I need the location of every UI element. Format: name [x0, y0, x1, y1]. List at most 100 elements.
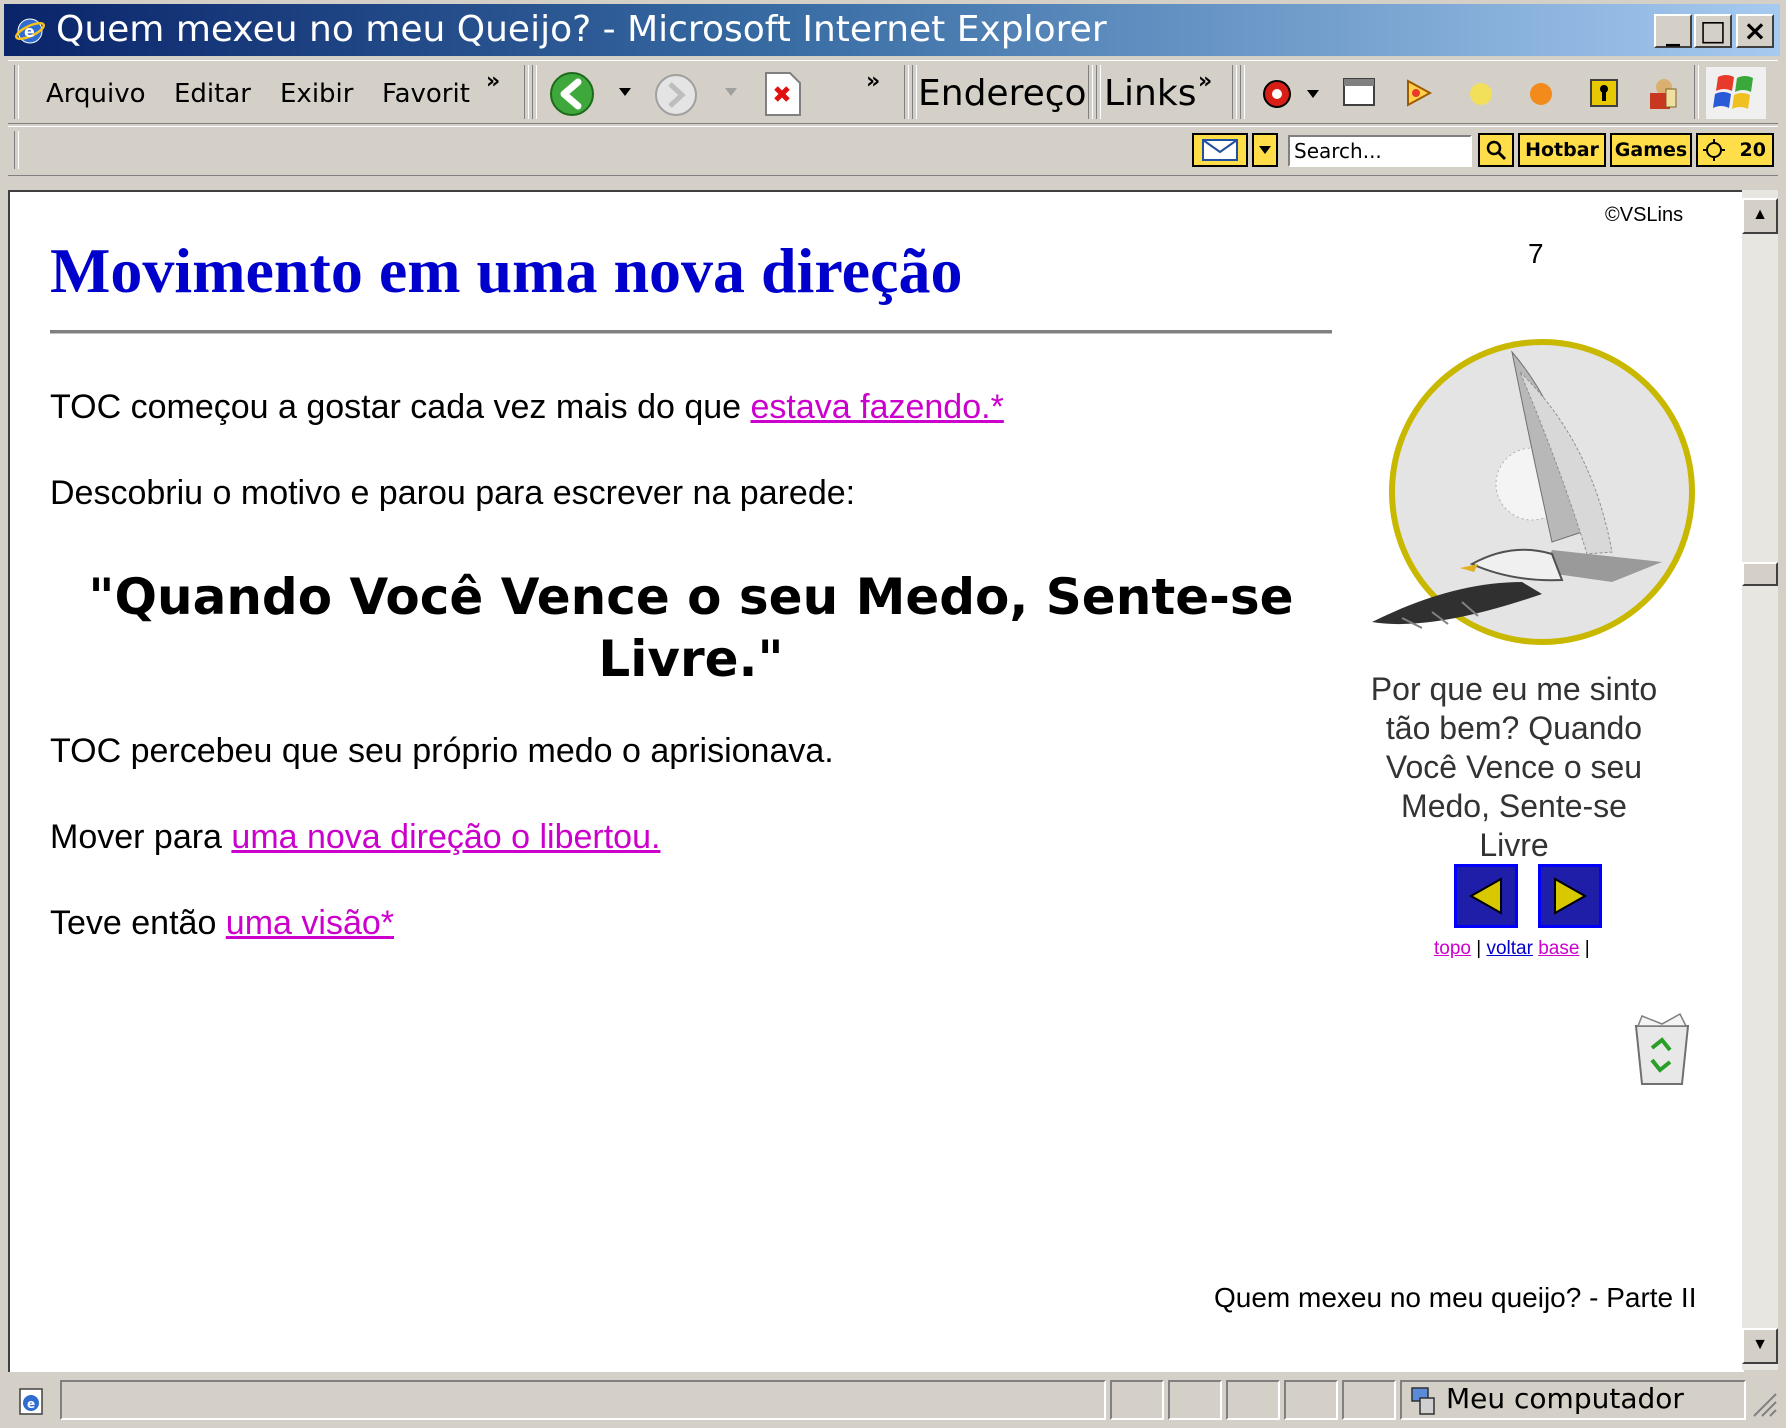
back-dropdown-icon[interactable] — [618, 85, 632, 99]
radio-dropdown-icon[interactable] — [1306, 87, 1320, 101]
footer-title: Quem mexeu no meu queijo? - Parte II — [1214, 1282, 1697, 1313]
stop-icon[interactable] — [760, 69, 804, 119]
status-panel — [1110, 1380, 1164, 1420]
status-panel — [1168, 1380, 1222, 1420]
weather-temperature: 20 — [1739, 139, 1766, 161]
link-voltar[interactable]: voltar — [1486, 938, 1532, 959]
paragraph-5: Teve então uma visão* — [50, 904, 394, 943]
menu-favoritos[interactable]: Favorit — [382, 79, 470, 109]
toolbar-grip[interactable] — [532, 65, 537, 119]
status-bar: e Meu computador — [4, 1376, 1780, 1424]
toolbar-grip[interactable] — [912, 65, 917, 119]
arrow-right-icon — [1554, 877, 1588, 915]
paragraph-2: Descobriu o motivo e parou para escrever… — [50, 474, 856, 512]
resize-grip-icon[interactable] — [1748, 1388, 1778, 1418]
page-status-icon: e — [19, 1388, 43, 1415]
toolbar-separator — [1088, 65, 1093, 119]
paragraph-1-text: TOC começou a gostar cada vez mais do qu… — [50, 388, 751, 426]
vertical-scrollbar[interactable]: ▲ ▼ — [1742, 190, 1778, 1370]
games-button[interactable]: Games — [1610, 133, 1692, 167]
links-label[interactable]: Links — [1104, 73, 1196, 114]
toolbar-separator — [524, 65, 529, 119]
toolbar-grip[interactable] — [1240, 65, 1245, 119]
back-arrow-icon[interactable] — [548, 69, 602, 119]
forward-arrow-icon[interactable] — [652, 71, 702, 119]
window-icon[interactable] — [1340, 75, 1378, 111]
scroll-thumb[interactable] — [1742, 562, 1778, 586]
keyhole-icon[interactable] — [1586, 75, 1622, 111]
svg-text:e: e — [24, 22, 35, 41]
my-computer-icon — [1411, 1387, 1435, 1415]
messenger-icon[interactable] — [1642, 75, 1682, 113]
links-overflow-chevron[interactable]: » — [1198, 69, 1212, 94]
page-content[interactable]: ©VSLins 7 Movimento em uma nova direção … — [8, 190, 1744, 1372]
recycle-bin-icon[interactable] — [1622, 1010, 1702, 1090]
address-label[interactable]: Endereço — [918, 73, 1087, 114]
svg-text:e: e — [27, 1397, 35, 1411]
menu-editar[interactable]: Editar — [174, 79, 251, 109]
link-estava-fazendo[interactable]: estava fazendo.* — [751, 388, 1004, 426]
orange-dot-icon[interactable] — [1526, 79, 1556, 109]
security-zone-label: Meu computador — [1446, 1382, 1684, 1415]
chevron-down-icon — [1259, 146, 1271, 154]
toolbar-overflow-chevron[interactable]: » — [866, 69, 880, 94]
status-text-panel — [60, 1380, 1106, 1420]
scroll-up-button[interactable]: ▲ — [1742, 198, 1778, 234]
page-heading: Movimento em uma nova direção — [50, 235, 963, 306]
toolbar-grip[interactable] — [14, 131, 19, 169]
nav-separator: | — [1470, 938, 1487, 959]
link-topo[interactable]: topo — [1434, 938, 1471, 959]
forward-dropdown-icon[interactable] — [724, 85, 738, 99]
title-bar[interactable]: e Quem mexeu no meu Queijo? - Microsoft … — [4, 4, 1780, 56]
paragraph-4-text: Mover para — [50, 818, 232, 856]
security-zone-panel: Meu computador — [1400, 1380, 1746, 1420]
nav-separator: | — [1579, 938, 1590, 959]
toolbar-row-search: Search... Hotbar Games 20 — [8, 126, 1778, 176]
page-number: 7 — [1528, 238, 1544, 269]
toolbar-grip[interactable] — [1096, 65, 1101, 119]
toolbar-row-main: Arquivo Editar Exibir Favorit » » Endere… — [8, 60, 1778, 124]
eagle-illustration — [1372, 339, 1695, 645]
arrow-left-icon — [1468, 877, 1502, 915]
mail-dropdown-button[interactable] — [1252, 133, 1278, 167]
yellow-dot-icon[interactable] — [1466, 79, 1496, 109]
weather-sun-icon — [1703, 139, 1725, 161]
status-panel — [1284, 1380, 1338, 1420]
envelope-icon — [1202, 139, 1238, 161]
hotbar-button[interactable]: Hotbar — [1518, 133, 1606, 167]
search-input[interactable]: Search... — [1288, 135, 1472, 167]
internet-explorer-icon: e — [14, 18, 46, 44]
windows-logo-icon — [1706, 67, 1766, 119]
link-base[interactable]: base — [1538, 938, 1579, 959]
browser-window: e Quem mexeu no meu Queijo? - Microsoft … — [0, 0, 1786, 1428]
toolbar-separator — [1694, 65, 1699, 119]
minimize-button[interactable]: _ — [1654, 14, 1692, 48]
paragraph-5-text: Teve então — [50, 904, 226, 942]
link-uma-visao[interactable]: uma visão* — [226, 904, 394, 942]
menu-exibir[interactable]: Exibir — [280, 79, 353, 109]
paragraph-4: Mover para uma nova direção o libertou. — [50, 818, 660, 857]
paragraph-1: TOC começou a gostar cada vez mais do qu… — [50, 388, 1004, 427]
menu-arquivo[interactable]: Arquivo — [46, 79, 146, 109]
status-panel — [1342, 1380, 1396, 1420]
scroll-down-button[interactable]: ▼ — [1742, 1328, 1778, 1364]
paragraph-3: TOC percebeu que seu próprio medo o apri… — [50, 732, 834, 770]
toolbar-separator — [904, 65, 909, 119]
menu-overflow-chevron[interactable]: » — [486, 69, 500, 94]
close-button[interactable]: × — [1736, 14, 1774, 48]
page-navigation-links: topo | voltar base | — [1434, 938, 1590, 960]
copyright-notice: ©VSLins — [1605, 204, 1684, 226]
radio-icon[interactable] — [1260, 77, 1296, 111]
previous-page-button[interactable] — [1454, 864, 1518, 928]
link-nova-direcao[interactable]: uma nova direção o libertou. — [231, 818, 660, 856]
next-page-button[interactable] — [1538, 864, 1602, 928]
quote-text: "Quando Você Vence o seu Medo, Sente-se … — [88, 568, 1294, 688]
media-icon[interactable] — [1400, 75, 1438, 111]
maximize-button[interactable]: □ — [1694, 14, 1732, 48]
toolbar-grip[interactable] — [14, 65, 19, 119]
weather-button[interactable]: 20 — [1696, 133, 1774, 167]
search-button[interactable] — [1478, 133, 1514, 167]
horizontal-rule — [50, 330, 1332, 334]
toolbar-separator — [1232, 65, 1237, 119]
mail-button[interactable] — [1192, 133, 1248, 167]
